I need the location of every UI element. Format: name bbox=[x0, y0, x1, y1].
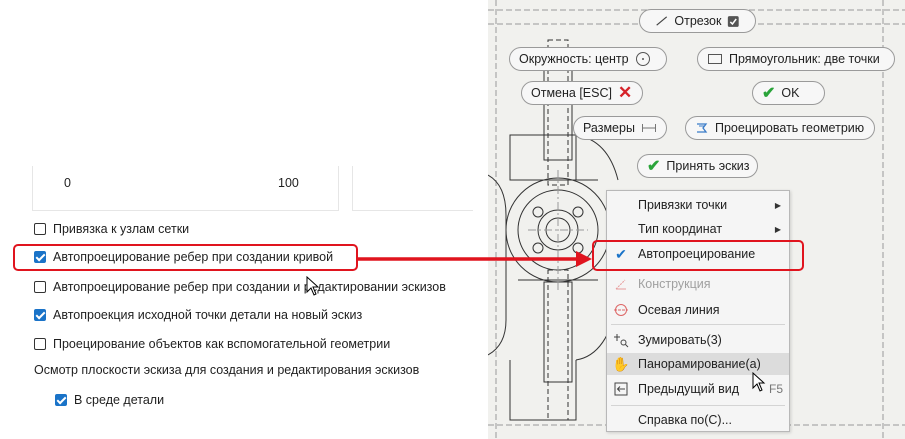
slider-max-label: 100 bbox=[278, 176, 299, 190]
option-autoproject-origin[interactable]: Автопроекция исходной точки детали на но… bbox=[34, 306, 362, 324]
previous-view-icon bbox=[614, 382, 628, 396]
checkbox-project-construction[interactable] bbox=[34, 338, 46, 350]
option-part-environment[interactable]: В среде детали bbox=[55, 391, 164, 409]
line-tool-label: Отрезок bbox=[674, 14, 722, 28]
cancel-label: Отмена [ESC] bbox=[531, 86, 612, 100]
option-project-construction[interactable]: Проецирование объектов как вспомогательн… bbox=[34, 335, 390, 353]
rectangle-tool-label: Прямоугольник: две точки bbox=[729, 52, 880, 66]
red-arrow-icon bbox=[358, 251, 592, 267]
line-icon bbox=[656, 16, 668, 26]
option-label: В среде детали bbox=[74, 393, 165, 407]
ok-button[interactable]: ✔ OK bbox=[752, 81, 825, 105]
context-menu: Привязки точки ▶ Тип координат ▶ ✔ Автоп… bbox=[606, 190, 790, 432]
highlight-box-right bbox=[592, 240, 804, 271]
checkmark-icon: ✔ bbox=[762, 85, 776, 102]
circle-icon bbox=[635, 52, 650, 66]
application-options-panel: 0 100 Привязка к узлам сетки Автопроецир… bbox=[0, 0, 488, 439]
checkbox-checked-icon bbox=[728, 15, 740, 27]
rectangle-tool-button[interactable]: Прямоугольник: две точки bbox=[697, 47, 895, 71]
option-label: Проецирование объектов как вспомогательн… bbox=[53, 337, 391, 351]
submenu-arrow-icon: ▶ bbox=[774, 224, 781, 234]
section-label: Осмотр плоскости эскиза для создания и р… bbox=[34, 363, 420, 377]
ok-label: OK bbox=[781, 86, 800, 100]
menu-item-label: Справка по(С)... bbox=[638, 413, 733, 427]
mouse-cursor-icon bbox=[752, 372, 766, 392]
menu-item-centerline[interactable]: Осевая линия bbox=[607, 299, 789, 321]
close-icon: ✕ bbox=[617, 83, 633, 102]
rectangle-icon bbox=[708, 54, 722, 64]
slider-frame-secondary bbox=[352, 166, 473, 211]
checkbox-grid-snap[interactable] bbox=[34, 223, 46, 235]
menu-item-label: Осевая линия bbox=[638, 303, 720, 317]
hand-pan-icon: ✋ bbox=[612, 355, 630, 372]
option-autoproject-sketch-edit[interactable]: Автопроецирование ребер при создании и р… bbox=[34, 278, 446, 296]
project-geometry-label: Проецировать геометрию bbox=[715, 121, 865, 135]
menu-item-label: Тип координат bbox=[638, 222, 723, 236]
circle-center-tool-button[interactable]: Окружность: центр bbox=[509, 47, 667, 71]
checkbox-autoproject-origin[interactable] bbox=[34, 309, 46, 321]
shortcut-label: F5 bbox=[768, 382, 783, 396]
checkmark-icon: ✔ bbox=[647, 158, 661, 175]
line-tool-button[interactable]: Отрезок bbox=[639, 9, 756, 33]
highlight-box-left bbox=[13, 244, 358, 271]
menu-item-label: Конструкция bbox=[638, 277, 711, 291]
menu-item-zoom[interactable]: Зумировать(3) bbox=[607, 329, 789, 351]
dimensions-label: Размеры bbox=[583, 121, 635, 135]
menu-item-construction: Конструкция bbox=[607, 273, 789, 295]
menu-separator bbox=[611, 324, 785, 325]
checkbox-part-environment[interactable] bbox=[55, 394, 67, 406]
option-label: Привязка к узлам сетки bbox=[53, 222, 190, 236]
menu-item-label: Панорамирование(а) bbox=[638, 357, 761, 371]
menu-separator bbox=[611, 405, 785, 406]
menu-item-coordinate-type[interactable]: Тип координат ▶ bbox=[607, 218, 789, 240]
menu-item-label: Привязки точки bbox=[638, 198, 728, 212]
construction-icon bbox=[615, 279, 626, 290]
menu-item-label: Зумировать(3) bbox=[638, 333, 722, 347]
project-geometry-button[interactable]: Проецировать геометрию bbox=[685, 116, 875, 140]
centerline-icon bbox=[614, 304, 628, 316]
option-label: Автопроекция исходной точки детали на но… bbox=[53, 308, 363, 322]
submenu-arrow-icon: ▶ bbox=[774, 200, 781, 210]
circle-tool-label: Окружность: центр bbox=[519, 52, 629, 66]
dimension-icon bbox=[642, 123, 656, 133]
menu-item-label: Предыдущий вид bbox=[638, 382, 740, 396]
option-label: Автопроецирование ребер при создании и р… bbox=[53, 280, 446, 294]
cancel-button[interactable]: Отмена [ESC] ✕ bbox=[521, 81, 643, 105]
slider-min-label: 0 bbox=[64, 176, 71, 190]
option-grid-snap[interactable]: Привязка к узлам сетки bbox=[34, 220, 189, 238]
mouse-cursor-icon bbox=[306, 276, 320, 296]
project-geometry-icon bbox=[697, 123, 708, 133]
finish-sketch-label: Принять эскиз bbox=[666, 159, 750, 173]
zoom-icon bbox=[614, 334, 629, 348]
menu-item-point-snaps[interactable]: Привязки точки ▶ bbox=[607, 194, 789, 216]
checkbox-autoproject-sketch-edit[interactable] bbox=[34, 281, 46, 293]
menu-item-help[interactable]: Справка по(С)... bbox=[607, 409, 789, 431]
dimensions-tool-button[interactable]: Размеры bbox=[573, 116, 667, 140]
finish-sketch-button[interactable]: ✔ Принять эскиз bbox=[637, 154, 758, 178]
